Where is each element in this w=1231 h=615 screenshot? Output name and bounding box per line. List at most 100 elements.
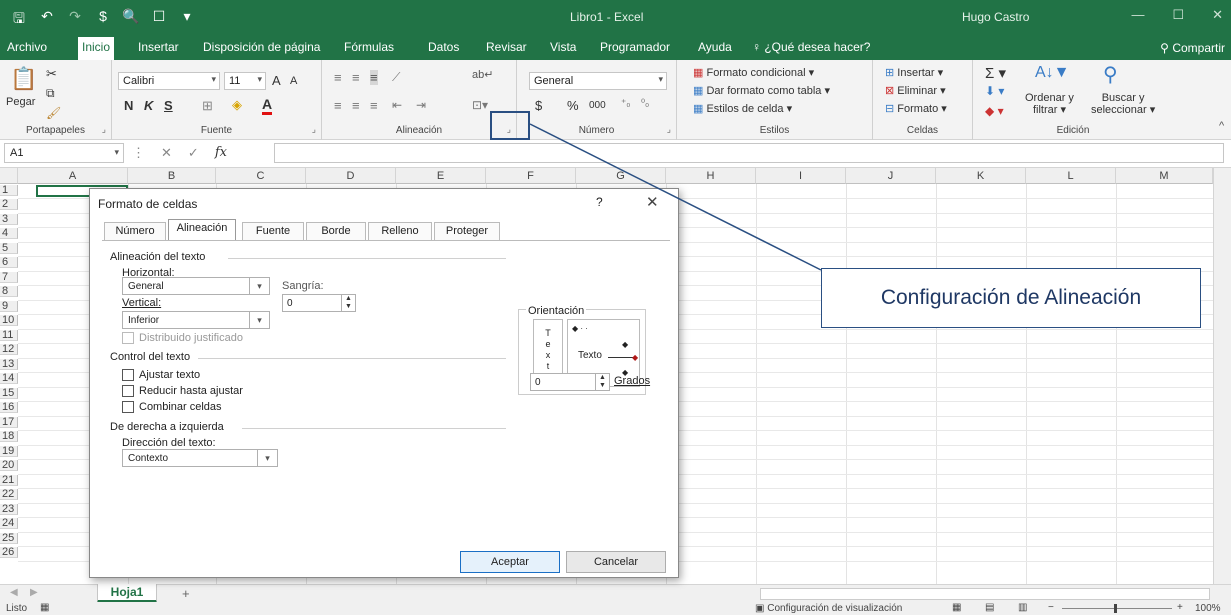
cancel-button[interactable]: Cancelar bbox=[566, 551, 666, 573]
zoom-out-button[interactable]: − bbox=[1048, 602, 1054, 613]
thousands-button[interactable]: 000 bbox=[589, 100, 606, 111]
tab-inicio[interactable]: Inicio bbox=[78, 37, 115, 60]
next-sheet-icon[interactable]: ▶ bbox=[30, 587, 38, 598]
enter-formula-icon[interactable]: ✓ bbox=[188, 145, 199, 161]
orientation-icon[interactable]: ⟋ bbox=[392, 70, 400, 85]
increase-indent-icon[interactable]: ⇥ bbox=[416, 98, 426, 112]
font-size-select[interactable]: 11 ▾ bbox=[224, 72, 266, 90]
zoom-level[interactable]: 100% bbox=[1195, 603, 1221, 614]
column-header[interactable]: J bbox=[846, 168, 936, 184]
tab-vista[interactable]: Vista bbox=[550, 40, 576, 54]
text-direction-select[interactable]: Contexto ▾ bbox=[122, 449, 278, 467]
autosum-icon[interactable]: Σ ▾ bbox=[985, 64, 1006, 82]
wrap-text-icon[interactable]: ab↵ bbox=[472, 68, 493, 81]
justify-distributed-checkbox[interactable]: Distribuido justificado bbox=[122, 332, 243, 344]
redo-icon[interactable]: ↷ bbox=[64, 8, 86, 32]
maximize-button[interactable]: ☐ bbox=[1172, 7, 1184, 23]
share-button[interactable]: ⚲ Compartir bbox=[1160, 41, 1225, 55]
merge-center-icon[interactable]: ⊡▾ bbox=[472, 98, 488, 112]
row-header[interactable]: 3 bbox=[0, 214, 18, 225]
row-header[interactable]: 24 bbox=[0, 518, 18, 529]
find-select-button[interactable]: Buscar y seleccionar ▾ bbox=[1091, 92, 1155, 116]
sheet-tab-hoja1[interactable]: Hoja1 bbox=[97, 584, 157, 603]
row-header[interactable]: 8 bbox=[0, 286, 18, 297]
increase-decimal-icon[interactable]: ⁺₀ bbox=[621, 98, 630, 109]
tab-insertar[interactable]: Insertar bbox=[138, 40, 179, 54]
row-header[interactable]: 26 bbox=[0, 547, 18, 558]
format-cells-button[interactable]: ⊟ Formato ▾ bbox=[885, 102, 947, 115]
row-header[interactable]: 9 bbox=[0, 301, 18, 312]
vertical-scrollbar[interactable] bbox=[1213, 168, 1231, 584]
row-header[interactable]: 14 bbox=[0, 373, 18, 384]
ok-button[interactable]: Aceptar bbox=[460, 551, 560, 573]
tab-alineacion[interactable]: Alineación bbox=[168, 219, 236, 240]
row-header[interactable]: 11 bbox=[0, 330, 18, 341]
select-all-corner[interactable] bbox=[0, 168, 18, 184]
normal-view-icon[interactable]: ▦ bbox=[952, 602, 961, 613]
delete-cells-button[interactable]: ⊠ Eliminar ▾ bbox=[885, 84, 946, 97]
column-header[interactable]: H bbox=[666, 168, 756, 184]
column-header[interactable]: B bbox=[128, 168, 216, 184]
fill-color-icon[interactable]: ◈ bbox=[232, 97, 242, 113]
row-header[interactable]: 6 bbox=[0, 257, 18, 268]
column-header[interactable]: M bbox=[1116, 168, 1213, 184]
tab-numero[interactable]: Número bbox=[104, 222, 166, 240]
vertical-select[interactable]: Inferior ▾ bbox=[122, 311, 270, 329]
tab-relleno[interactable]: Relleno bbox=[368, 222, 432, 240]
row-header[interactable]: 4 bbox=[0, 228, 18, 239]
conditional-format-button[interactable]: ▦ Formato condicional ▾ bbox=[693, 66, 814, 79]
insert-function-icon[interactable]: fx bbox=[215, 145, 227, 161]
macro-record-icon[interactable]: ▦ bbox=[40, 602, 49, 613]
column-header[interactable]: E bbox=[396, 168, 486, 184]
zoom-slider[interactable] bbox=[1062, 608, 1172, 609]
column-header[interactable]: K bbox=[936, 168, 1026, 184]
insert-cells-button[interactable]: ⊞ Insertar ▾ bbox=[885, 66, 943, 79]
tab-ayuda[interactable]: Ayuda bbox=[698, 40, 732, 54]
spinner-arrows-icon[interactable]: ▲ ▼ bbox=[595, 374, 609, 390]
align-right-icon[interactable]: ≡ bbox=[370, 98, 378, 113]
dialog-close-button[interactable]: ✕ bbox=[646, 193, 659, 211]
borders-icon[interactable]: ⊞ bbox=[202, 98, 213, 114]
dial-handle[interactable]: ◆ bbox=[632, 353, 638, 362]
align-left-icon[interactable]: ≡ bbox=[334, 98, 342, 113]
tab-archivo[interactable]: Archivo bbox=[7, 40, 47, 54]
horizontal-select[interactable]: General ▾ bbox=[122, 277, 270, 295]
minimize-button[interactable]: — bbox=[1131, 7, 1144, 23]
cut-icon[interactable]: ✂ bbox=[46, 66, 57, 82]
help-button[interactable]: ? bbox=[596, 195, 603, 209]
prev-sheet-icon[interactable]: ◀ bbox=[10, 587, 18, 598]
font-name-select[interactable]: Calibri ▾ bbox=[118, 72, 220, 90]
user-name[interactable]: Hugo Castro bbox=[962, 10, 1029, 24]
number-format-select[interactable]: General ▾ bbox=[529, 72, 667, 90]
decrease-indent-icon[interactable]: ⇤ bbox=[392, 98, 402, 112]
collapse-ribbon-icon[interactable]: ^ bbox=[1219, 120, 1224, 132]
italic-button[interactable]: K bbox=[144, 98, 153, 113]
degrees-spinner[interactable]: 0 ▲ ▼ bbox=[530, 373, 610, 391]
copy-icon[interactable]: ⧉ bbox=[46, 86, 55, 101]
row-header[interactable]: 10 bbox=[0, 315, 18, 326]
tab-programador[interactable]: Programador bbox=[600, 40, 670, 54]
row-header[interactable]: 5 bbox=[0, 243, 18, 254]
row-header[interactable]: 13 bbox=[0, 359, 18, 370]
column-header[interactable]: D bbox=[306, 168, 396, 184]
row-header[interactable]: 7 bbox=[0, 272, 18, 283]
page-break-icon[interactable]: ▥ bbox=[1018, 602, 1027, 613]
name-box[interactable]: A1 ▾ bbox=[4, 143, 124, 163]
zoom-slider-thumb[interactable] bbox=[1114, 604, 1117, 613]
formula-input[interactable] bbox=[274, 143, 1224, 163]
row-header[interactable]: 15 bbox=[0, 388, 18, 399]
row-header[interactable]: 12 bbox=[0, 344, 18, 355]
new-file-icon[interactable]: ☐ bbox=[148, 8, 170, 32]
tell-me-search[interactable]: ♀ ¿Qué desea hacer? bbox=[752, 40, 870, 54]
row-header[interactable]: 19 bbox=[0, 446, 18, 457]
decrease-decimal-icon[interactable]: ⁰₀ bbox=[641, 98, 649, 109]
column-header[interactable]: L bbox=[1026, 168, 1116, 184]
font-launcher-icon[interactable]: ⌟ bbox=[312, 124, 316, 135]
page-layout-icon[interactable]: ▤ bbox=[985, 602, 994, 613]
align-middle-icon[interactable]: ≡ bbox=[352, 70, 360, 85]
tab-datos[interactable]: Datos bbox=[428, 40, 459, 54]
clear-icon[interactable]: ◆ ▾ bbox=[985, 104, 1004, 118]
column-header[interactable]: C bbox=[216, 168, 306, 184]
row-header[interactable]: 2 bbox=[0, 199, 18, 210]
clipboard-launcher-icon[interactable]: ⌟ bbox=[102, 124, 106, 135]
